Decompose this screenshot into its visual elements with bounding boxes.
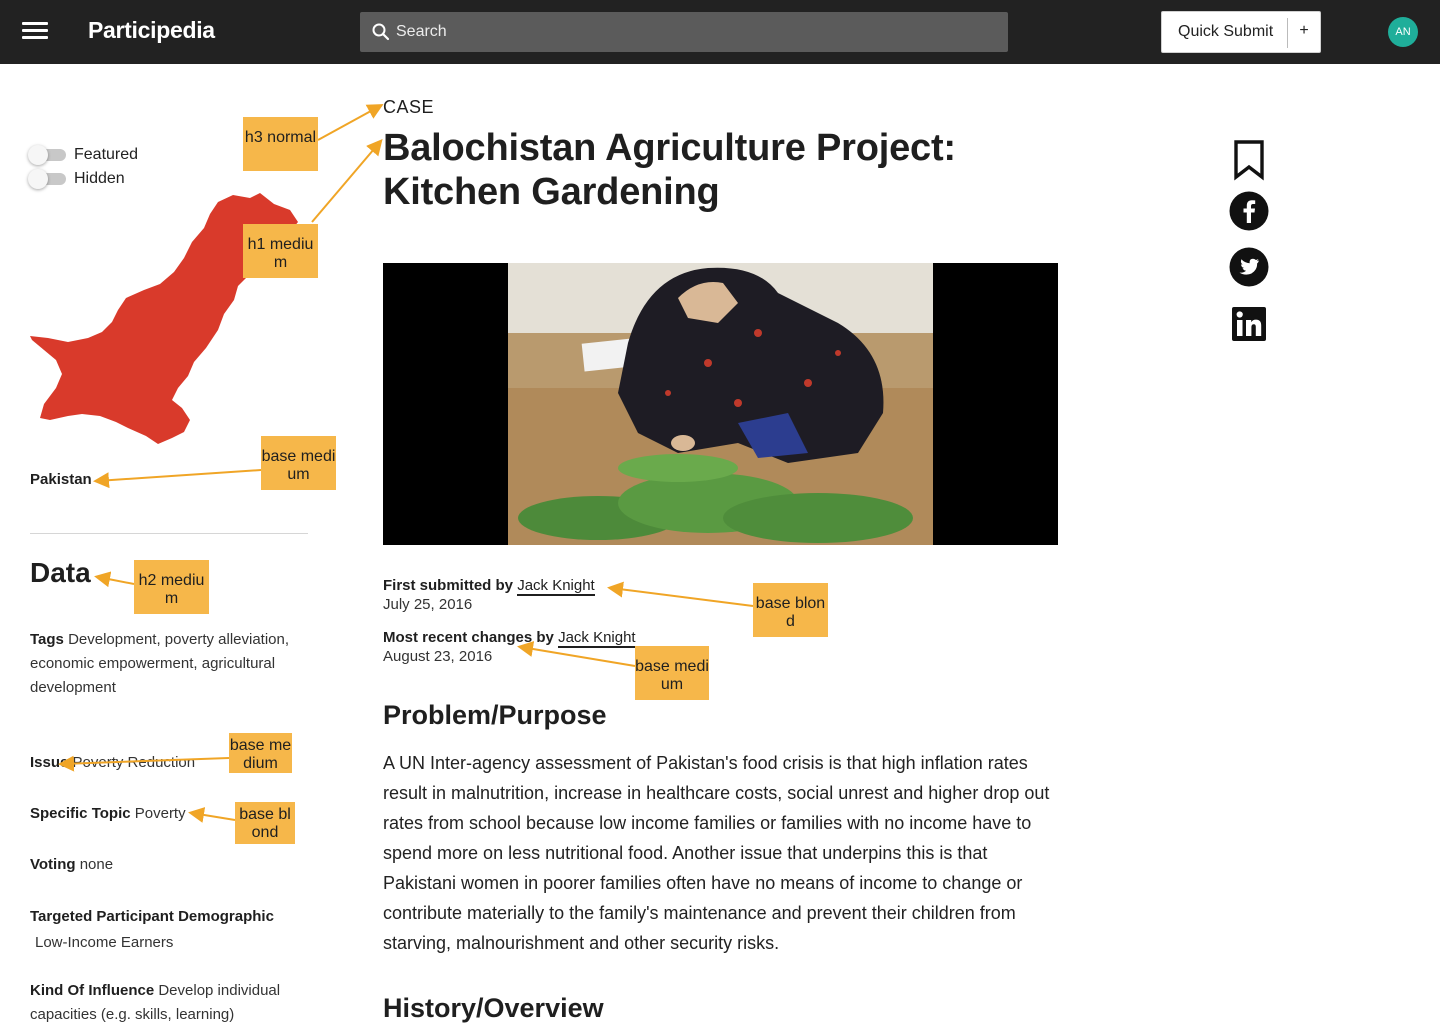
search-icon [372,23,390,41]
annotation-base-blond: base blond [753,583,828,637]
search-bar[interactable] [360,12,1008,52]
featured-toggle-label: Featured [74,146,139,163]
specific-topic-value[interactable]: Poverty [135,805,186,822]
targeted-demographic-label: Targeted Participant Demographic [30,908,274,925]
issue-value[interactable]: Poverty Reduction [73,754,196,771]
hidden-toggle[interactable]: Hidden [28,168,125,190]
submission-info: First submitted by Jack Knight July 25, … [383,576,595,614]
annotation-h2-medium: h2 medium [134,560,209,614]
problem-purpose-body: A UN Inter-agency assessment of Pakistan… [383,753,1050,953]
tags-field: Tags Development, poverty alleviation, e… [30,628,300,700]
first-submitted-date: July 25, 2016 [383,596,473,613]
targeted-demographic-value[interactable]: Low-Income Earners [30,934,173,951]
page-title: Balochistan Agriculture Project: Kitchen… [383,127,956,213]
recent-changes-label: Most recent changes by [383,629,554,646]
divider [30,533,308,534]
toggle-switch[interactable] [28,145,66,165]
hamburger-menu-icon[interactable] [22,22,50,42]
kind-of-influence-label: Kind Of Influence [30,982,155,999]
data-heading: Data [30,557,91,588]
voting-label: Voting [30,856,76,873]
recent-changes-info: Most recent changes by Jack Knight Augus… [383,628,636,666]
voting-field: Voting none [30,853,300,877]
annotation-base-medium: base medium [261,436,336,490]
recent-changes-author-link[interactable]: Jack Knight [558,629,636,648]
article-type-label: CASE [383,97,435,117]
kind-of-influence-field: Kind Of Influence Develop individual cap… [30,979,300,1024]
annotation-base-medium: base medium [635,646,709,700]
hidden-toggle-label: Hidden [74,170,125,187]
featured-toggle[interactable]: Featured [28,144,139,166]
bookmark-icon[interactable] [1228,139,1270,181]
twitter-icon[interactable] [1228,246,1270,288]
hero-image[interactable] [383,263,1058,545]
history-overview-heading: History/Overview [383,993,604,1023]
plus-icon: + [1299,22,1309,39]
annotation-h1-medium: h1 medium [243,224,318,278]
issue-label: Issue [30,754,69,771]
case-photo [508,263,933,545]
first-submitted-author-link[interactable]: Jack Knight [517,577,595,596]
user-avatar[interactable]: AN [1388,17,1418,47]
facebook-icon[interactable] [1228,190,1270,232]
specific-topic-label: Specific Topic [30,805,131,822]
quick-submit-divider [1287,18,1288,48]
problem-purpose-heading: Problem/Purpose [383,700,607,730]
first-submitted-label: First submitted by [383,577,514,594]
tags-value[interactable]: Development, poverty alleviation, econom… [30,631,289,696]
top-navigation-bar: Participedia Quick Submit + AN [0,0,1440,64]
annotation-base-medium: base medium [229,733,292,773]
quick-submit-button[interactable]: Quick Submit + [1161,11,1321,53]
country-name: Pakistan [30,471,92,488]
voting-value[interactable]: none [80,856,113,873]
linkedin-icon[interactable] [1228,303,1270,345]
quick-submit-label: Quick Submit [1178,23,1274,40]
site-logo[interactable]: Participedia [88,17,215,44]
recent-changes-date: August 23, 2016 [383,648,493,665]
toggle-switch[interactable] [28,169,66,189]
targeted-demographic-field: Targeted Participant Demographic Low-Inc… [30,904,300,956]
tags-label: Tags [30,631,64,648]
annotation-base-blond: base blond [235,802,295,844]
search-input[interactable] [396,12,996,52]
annotation-h3-normal: h3 normal [243,117,318,171]
